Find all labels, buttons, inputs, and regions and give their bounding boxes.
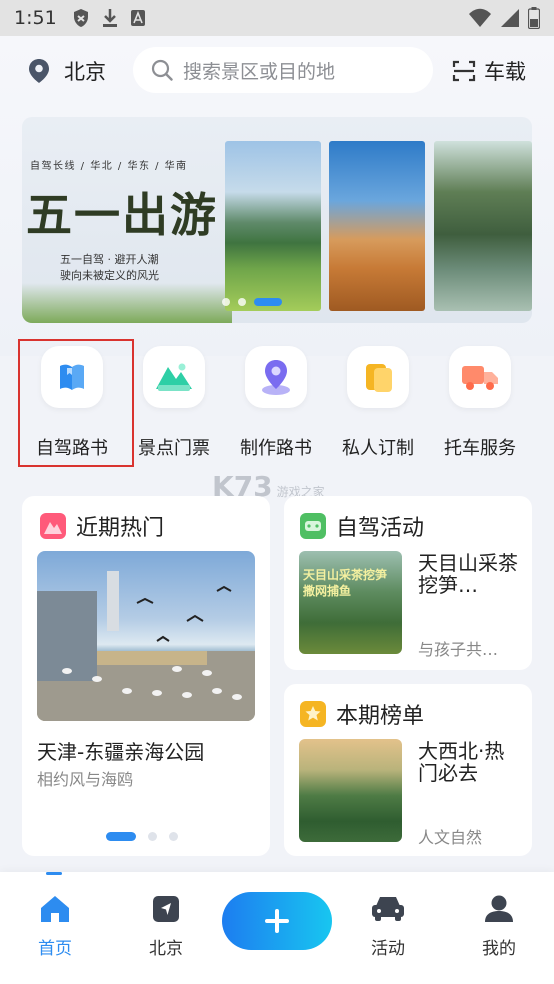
ranking-text: 大西北·热门必去 (418, 739, 505, 785)
banner-dot (238, 298, 246, 306)
service-make-guide[interactable]: 制作路书 (226, 346, 326, 460)
user-icon (485, 895, 513, 922)
download-icon (103, 9, 117, 27)
tab-mine-label: 我的 (482, 939, 516, 959)
tab-city[interactable]: 北京 (126, 894, 206, 959)
hot-dot (148, 832, 157, 841)
activity-text: 天目山采茶挖笋… (418, 551, 518, 597)
search-icon (151, 59, 173, 81)
highlight-box (18, 339, 134, 467)
tab-city-label: 北京 (149, 939, 183, 959)
banner-title: 五一出游 (26, 188, 218, 242)
ranking-sub: 人文自然 (418, 828, 483, 847)
banner-photo-mountain (225, 141, 321, 311)
service-label: 制作路书 (240, 438, 312, 459)
status-time: 1:51 (14, 7, 57, 29)
hot-place-name: 天津-东疆亲海公园 (37, 740, 205, 764)
car-mode-label: 车载 (484, 60, 526, 84)
hot-icon (40, 513, 66, 539)
banner-tagline-1: 五一自驾 · 避开人潮 (60, 253, 159, 266)
tab-activity[interactable]: 活动 (348, 894, 428, 959)
hot-image-scene (37, 571, 255, 721)
hot-dot-active (106, 832, 136, 841)
wifi-icon (469, 8, 491, 27)
banner-dot (222, 298, 230, 306)
location-pin-icon (29, 59, 49, 83)
tab-activity-label: 活动 (371, 939, 405, 959)
banner-photo-watertown (434, 141, 532, 311)
hot-pager (106, 832, 178, 841)
location-selector[interactable]: 北京 (28, 56, 106, 86)
navigation-icon (153, 896, 179, 922)
service-car-transport[interactable]: 托车服务 (430, 346, 530, 460)
search-placeholder: 搜索景区或目的地 (183, 60, 336, 83)
top-header: 北京 搜索景区或目的地 车载 (0, 36, 554, 106)
service-label: 私人订制 (342, 438, 414, 459)
activity-title: 自驾活动 (336, 516, 425, 541)
activity-icon (300, 513, 326, 539)
service-label: 景点门票 (138, 438, 210, 459)
car-mode-button[interactable]: 车载 (452, 56, 526, 86)
activity-sub: 与孩子共… (418, 640, 499, 659)
battery-icon (528, 7, 540, 29)
activity-image-text: 天目山采茶挖笋 撒网捕鱼 (303, 568, 388, 598)
location-label: 北京 (64, 60, 106, 84)
service-label: 托车服务 (444, 438, 516, 459)
hot-image (37, 551, 255, 721)
activity-card[interactable]: 自驾活动 天目山采茶挖笋 撒网捕鱼 天目山采茶挖笋… 与孩子共… (284, 496, 532, 670)
tab-home[interactable]: 首页 (15, 894, 95, 959)
service-custom[interactable]: 私人订制 (328, 346, 428, 460)
banner-tagline-2: 驶向未被定义的风光 (60, 269, 159, 282)
ranking-image (299, 739, 402, 842)
home-icon (41, 896, 69, 922)
map-pin-icon (262, 360, 290, 395)
truck-icon (462, 366, 498, 390)
banner-grass (22, 283, 232, 323)
ranking-card[interactable]: 本期榜单 大西北·热门必去 人文自然 (284, 684, 532, 856)
hot-place-sub: 相约风与海鸥 (37, 770, 134, 789)
mountain-ticket-icon (156, 363, 192, 391)
custom-card-icon (366, 364, 392, 392)
plus-icon-v (275, 909, 279, 933)
search-input[interactable]: 搜索景区或目的地 (133, 47, 433, 93)
signal-icon (501, 9, 519, 27)
hot-card[interactable]: 近期热门 天津-东疆亲海公园 相约风与海鸥 (22, 496, 270, 856)
banner-photo-desert (329, 141, 425, 311)
bottom-tab-bar: 首页 北京 活动 我的 (0, 872, 554, 984)
scan-icon (452, 60, 476, 82)
ranking-icon (300, 701, 326, 727)
banner-pager (222, 298, 282, 306)
tab-indicator (46, 872, 62, 875)
ranking-title: 本期榜单 (336, 704, 425, 729)
add-button[interactable] (222, 892, 332, 950)
tab-mine[interactable]: 我的 (459, 894, 539, 959)
promo-banner[interactable]: 自驾长线 / 华北 / 华东 / 华南 五一出游 五一自驾 · 避开人潮 驶向未… (22, 117, 532, 323)
tab-home-label: 首页 (38, 939, 72, 959)
banner-subtitle: 自驾长线 / 华北 / 华东 / 华南 (30, 161, 188, 172)
car-icon (372, 897, 404, 921)
service-tickets[interactable]: 景点门票 (124, 346, 224, 460)
hot-title: 近期热门 (76, 516, 165, 541)
banner-dot-active (254, 298, 282, 306)
activity-image: 天目山采茶挖笋 撒网捕鱼 (299, 551, 402, 654)
status-bar: 1:51 (0, 0, 554, 36)
hot-dot (169, 832, 178, 841)
shield-icon (74, 9, 88, 27)
app-notification-icon (131, 10, 145, 26)
